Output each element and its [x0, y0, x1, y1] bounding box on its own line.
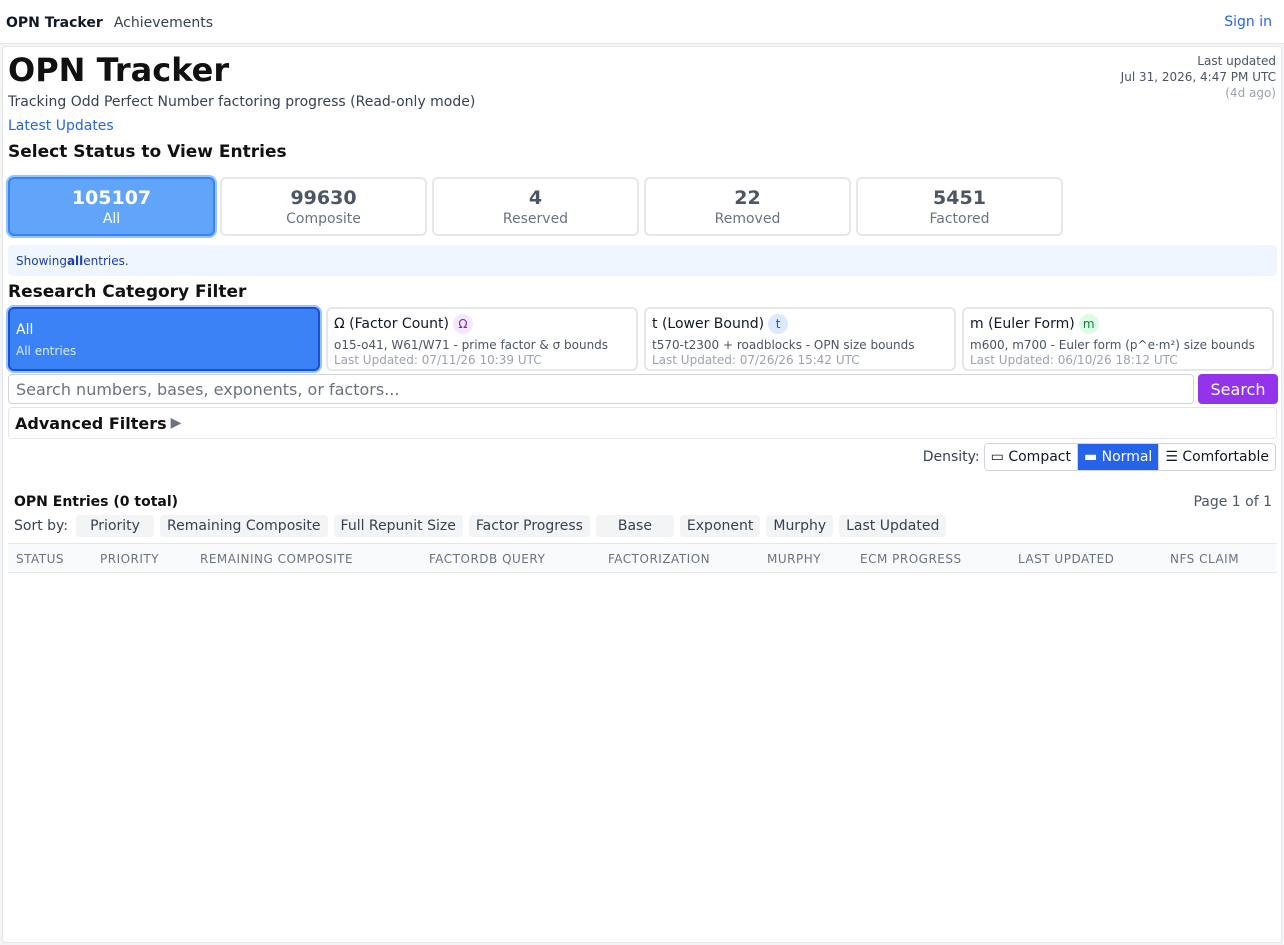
page-info: Page 1 of 1 [1193, 494, 1272, 510]
sort-remaining-composite[interactable]: Remaining Composite [160, 515, 328, 537]
density-comfortable-button[interactable]: ☰ Comfortable [1158, 444, 1275, 470]
page-title: OPN Tracker [8, 51, 230, 89]
col-factordb-query[interactable]: FACTORDB QUERY [429, 552, 545, 566]
m-badge: m [1078, 314, 1099, 334]
status-card-all[interactable]: 105107 All [8, 177, 215, 236]
category-title-row: t (Lower Bound) t [652, 314, 948, 334]
sort-last-updated[interactable]: Last Updated [839, 515, 947, 537]
col-last-updated[interactable]: LAST UPDATED [1018, 552, 1114, 566]
category-card-omega[interactable]: Ω (Factor Count) Ω o15-o41, W61/W71 - pr… [326, 307, 638, 371]
status-cards: 105107 All 99630 Composite 4 Reserved 22… [8, 177, 1063, 236]
category-card-m[interactable]: m (Euler Form) m m600, m700 - Euler form… [962, 307, 1274, 371]
top-navbar: OPN Tracker Achievements Sign in [0, 0, 1284, 44]
col-priority[interactable]: PRIORITY [100, 552, 159, 566]
category-title: t (Lower Bound) [652, 316, 765, 332]
sort-base[interactable]: Base [595, 515, 674, 537]
sort-bar: Sort by: Priority Remaining Composite Fu… [14, 515, 947, 537]
col-murphy[interactable]: MURPHY [767, 552, 821, 566]
last-updated-label: Last updated [1197, 54, 1276, 68]
sort-label: Sort by: [14, 518, 69, 534]
search-input[interactable] [8, 374, 1194, 404]
col-nfs-claim[interactable]: NFS CLAIM [1170, 552, 1239, 566]
showing-info: Showing all entries. [8, 245, 1277, 276]
status-heading: Select Status to View Entries [8, 142, 287, 162]
expand-arrow-icon: ▶ [170, 415, 182, 431]
sort-full-repunit-size[interactable]: Full Repunit Size [333, 515, 463, 537]
category-desc: t570-t2300 + roadblocks - OPN size bound… [652, 338, 915, 352]
brand-link[interactable]: OPN Tracker [6, 15, 103, 31]
advanced-filters-label: Advanced Filters [15, 413, 167, 433]
category-title: Ω (Factor Count) [334, 316, 449, 332]
status-label: Removed [714, 210, 781, 227]
density-compact-button[interactable]: ▭ Compact [984, 444, 1077, 470]
status-count: 105107 [71, 186, 152, 209]
showing-suffix: entries. [83, 253, 129, 268]
status-label: Factored [929, 210, 990, 227]
category-updated: Last Updated: 07/11/26 10:39 UTC [334, 353, 542, 367]
category-title-row: Ω (Factor Count) Ω [334, 314, 630, 334]
col-ecm-progress[interactable]: ECM PROGRESS [860, 552, 962, 566]
sort-priority[interactable]: Priority [76, 515, 155, 537]
signin-link[interactable]: Sign in [1224, 14, 1272, 30]
status-card-reserved[interactable]: 4 Reserved [432, 177, 639, 236]
sort-murphy[interactable]: Murphy [766, 515, 834, 537]
category-title-row: m (Euler Form) m [970, 314, 1266, 334]
category-desc: m600, m700 - Euler form (p^e·m²) size bo… [970, 338, 1255, 352]
sort-factor-progress[interactable]: Factor Progress [468, 515, 590, 537]
showing-value: all [66, 253, 84, 268]
last-updated-ago: (4d ago) [1225, 86, 1276, 100]
status-label: Reserved [502, 210, 569, 227]
category-updated: Last Updated: 06/10/26 18:12 UTC [970, 353, 1178, 367]
advanced-filters-toggle[interactable]: Advanced Filters ▶ [8, 407, 1277, 439]
page-subtitle: Tracking Odd Perfect Number factoring pr… [8, 94, 476, 110]
showing-prefix: Showing [16, 253, 67, 268]
status-label: Composite [286, 210, 361, 227]
status-count: 5451 [933, 186, 986, 209]
col-remaining-composite[interactable]: REMAINING COMPOSITE [200, 552, 353, 566]
status-count: 99630 [290, 186, 357, 209]
density-label: Density: [922, 449, 980, 465]
category-title: m (Euler Form) [970, 316, 1075, 332]
main-panel: OPN Tracker Tracking Odd Perfect Number … [2, 46, 1282, 943]
nav-achievements[interactable]: Achievements [114, 15, 213, 31]
col-factorization[interactable]: FACTORIZATION [608, 552, 710, 566]
category-heading: Research Category Filter [8, 282, 247, 302]
status-count: 22 [734, 186, 761, 209]
category-card-all[interactable]: All All entries [8, 307, 320, 371]
navbar-left: OPN Tracker Achievements [6, 12, 213, 31]
sort-exponent[interactable]: Exponent [679, 515, 761, 537]
status-label: All [102, 210, 121, 227]
status-count: 4 [528, 186, 543, 209]
entries-heading: OPN Entries (0 total) [14, 494, 179, 510]
category-title: All [16, 322, 34, 338]
search-button[interactable]: Search [1198, 374, 1278, 404]
latest-updates-link[interactable]: Latest Updates [8, 118, 114, 134]
last-updated-info: Last updated Jul 31, 2026, 4:47 PM UTC (… [1121, 53, 1276, 101]
last-updated-value: Jul 31, 2026, 4:47 PM UTC [1120, 70, 1276, 84]
col-status[interactable]: STATUS [16, 552, 64, 566]
status-card-factored[interactable]: 5451 Factored [856, 177, 1063, 236]
density-options: ▭ Compact ▬ Normal ☰ Comfortable [983, 443, 1276, 471]
table-header: STATUS PRIORITY REMAINING COMPOSITE FACT… [8, 543, 1277, 573]
status-card-composite[interactable]: 99630 Composite [220, 177, 427, 236]
omega-badge: Ω [452, 314, 473, 334]
category-desc: All entries [16, 344, 77, 358]
category-desc: o15-o41, W61/W71 - prime factor & σ boun… [334, 338, 609, 352]
status-card-removed[interactable]: 22 Removed [644, 177, 851, 236]
density-normal-button[interactable]: ▬ Normal [1076, 444, 1159, 470]
t-badge: t [768, 314, 789, 334]
category-updated: Last Updated: 07/26/26 15:42 UTC [652, 353, 860, 367]
category-cards: All All entries Ω (Factor Count) Ω o15-o… [8, 307, 1274, 371]
category-card-t[interactable]: t (Lower Bound) t t570-t2300 + roadblock… [644, 307, 956, 371]
density-control: Density: ▭ Compact ▬ Normal ☰ Comfortabl… [923, 443, 1276, 471]
